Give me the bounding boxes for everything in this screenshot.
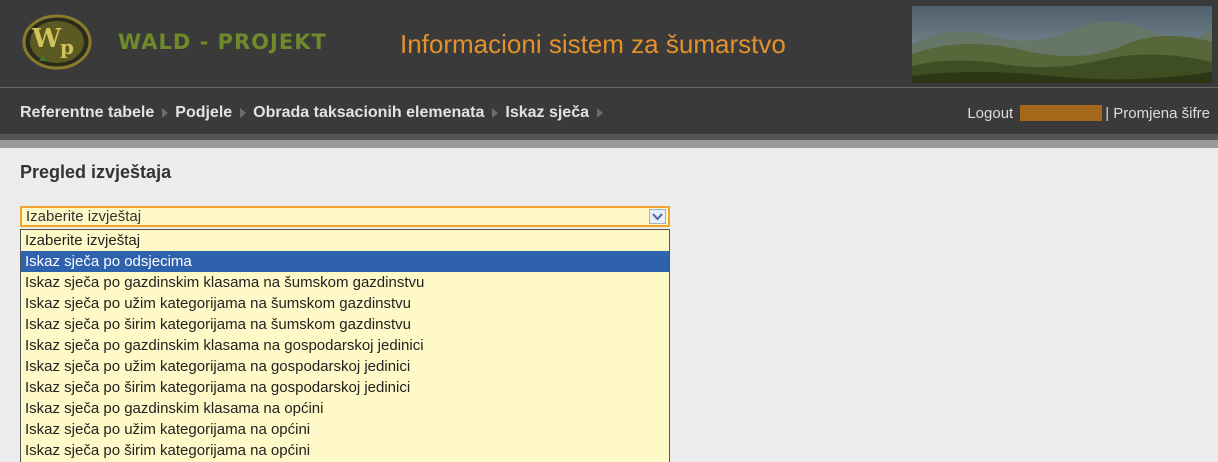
username-redacted (1020, 105, 1103, 121)
report-select-dropdown: Izaberite izvještaj Iskaz sječa po odsje… (20, 229, 670, 462)
dropdown-option[interactable]: Iskaz sječa po širim kategorijama na gos… (21, 377, 669, 398)
nav-item-iskaz-sjeca[interactable]: Iskaz sječa (505, 104, 589, 122)
logout-link[interactable]: Logout (967, 105, 1013, 122)
nav-item-referentne-tabele[interactable]: Referentne tabele (20, 104, 154, 122)
dropdown-option[interactable]: Iskaz sječa po širim kategorijama na opć… (21, 440, 669, 461)
svg-text:W: W (31, 24, 62, 54)
dropdown-option[interactable]: Izaberite izvještaj (21, 230, 669, 251)
chevron-down-icon[interactable] (649, 209, 666, 224)
header-divider (0, 87, 1218, 88)
wald-projekt-logo: W p (22, 14, 92, 70)
dropdown-option[interactable]: Iskaz sječa po gazdinskim klasama na gos… (21, 335, 669, 356)
nav-separator-arrow-icon (597, 108, 603, 118)
nav-item-obrada-taksacionih-elemenata[interactable]: Obrada taksacionih elemenata (253, 104, 484, 122)
dropdown-option[interactable]: Iskaz sječa po užim kategorijama na šums… (21, 293, 669, 314)
main-nav: Referentne tabele Podjele Obrada taksaci… (20, 102, 610, 124)
header: W p WALD - PROJEKT Informacioni sistem z… (0, 0, 1218, 148)
svg-text:p: p (60, 35, 74, 59)
dropdown-option[interactable]: Iskaz sječa po užim kategorijama na opći… (21, 419, 669, 440)
report-select-value: Izaberite izvještaj (26, 208, 142, 225)
nav-separator-arrow-icon (492, 108, 499, 118)
nav-separator-arrow-icon (240, 108, 247, 118)
dropdown-option[interactable]: Iskaz sječa po gazdinskim klasama na šum… (21, 272, 669, 293)
page-title: Pregled izvještaja (20, 162, 172, 182)
nav-item-podjele[interactable]: Podjele (175, 104, 232, 122)
report-select[interactable]: Izaberite izvještaj (20, 206, 670, 227)
dropdown-option[interactable]: Iskaz sječa po širim kategorijama na šum… (21, 314, 669, 335)
app-title: Informacioni sistem za šumarstvo (400, 29, 786, 59)
dropdown-option-highlighted[interactable]: Iskaz sječa po odsjecima (21, 251, 669, 272)
dropdown-option[interactable]: Iskaz sječa po užim kategorijama na gosp… (21, 356, 669, 377)
landscape-banner-image (912, 6, 1212, 83)
header-bottom-stripe (0, 140, 1218, 148)
brand-name: WALD - PROJEKT (118, 30, 327, 54)
nav-separator-arrow-icon (162, 108, 169, 118)
change-password-link[interactable]: | Promjena šifre (1105, 105, 1210, 122)
dropdown-option[interactable]: Iskaz sječa po gazdinskim klasama na opć… (21, 398, 669, 419)
user-bar: Logout | Promjena šifre (967, 102, 1210, 124)
